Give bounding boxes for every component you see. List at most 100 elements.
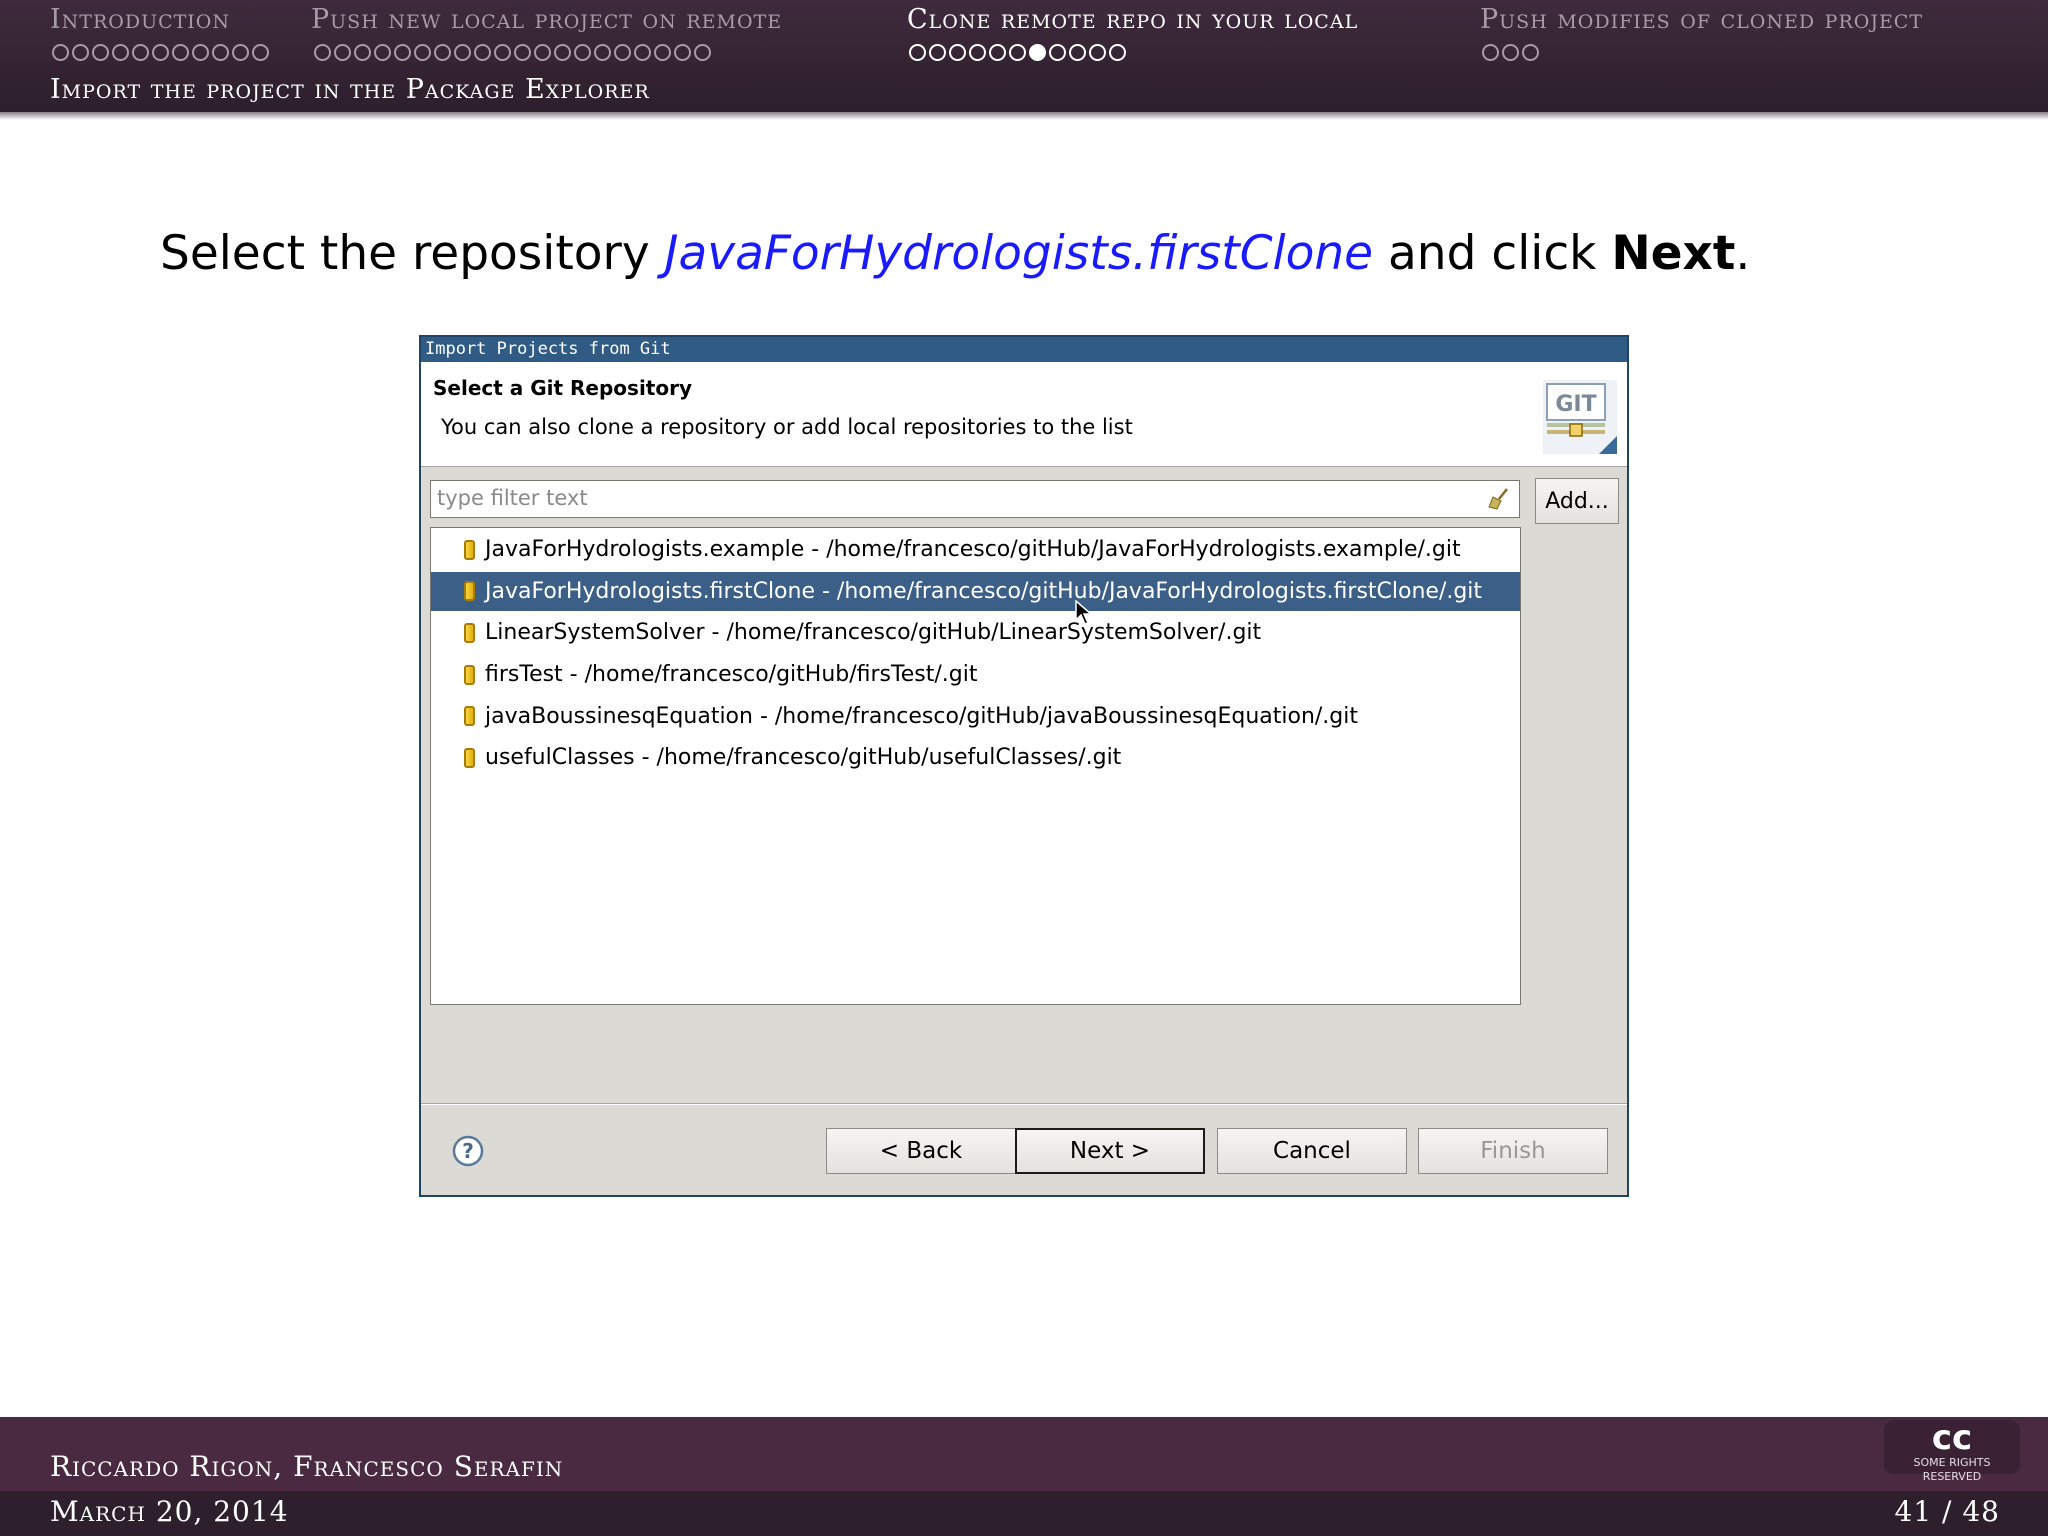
nav-dot[interactable]	[474, 44, 491, 61]
nav-dot[interactable]	[112, 44, 129, 61]
git-repository-icon	[464, 622, 475, 643]
nav-dot[interactable]	[554, 44, 571, 61]
nav-dots-push-modifies	[1482, 44, 1539, 61]
nav-dot[interactable]	[989, 44, 1006, 61]
nav-dot[interactable]	[654, 44, 671, 61]
filter-field[interactable]	[430, 480, 1520, 518]
nav-dot[interactable]	[374, 44, 391, 61]
repository-row[interactable]: firsTest - /home/francesco/gitHub/firsTe…	[431, 655, 1520, 695]
nav-dot[interactable]	[132, 44, 149, 61]
nav-dot[interactable]	[634, 44, 651, 61]
nav-dot[interactable]	[969, 44, 986, 61]
nav-dot[interactable]	[514, 44, 531, 61]
repository-label: javaBoussinesqEquation - /home/francesco…	[485, 703, 1358, 729]
help-icon[interactable]: ?	[451, 1134, 485, 1168]
nav-dot[interactable]	[152, 44, 169, 61]
dialog-message: You can also clone a repository or add l…	[441, 415, 1133, 439]
repository-label: firsTest - /home/francesco/gitHub/firsTe…	[485, 662, 978, 688]
repository-list[interactable]: JavaForHydrologists.example - /home/fran…	[430, 527, 1521, 1005]
nav-dot[interactable]	[1109, 44, 1126, 61]
nav-dot[interactable]	[1049, 44, 1066, 61]
nav-dot[interactable]	[414, 44, 431, 61]
dialog-titlebar[interactable]: Import Projects from Git	[421, 337, 1627, 362]
nav-section-introduction[interactable]: Introduction	[50, 4, 230, 35]
repository-row[interactable]: JavaForHydrologists.firstClone - /home/f…	[431, 571, 1520, 625]
nav-dot[interactable]	[232, 44, 249, 61]
add-repository-button[interactable]: Add...	[1535, 478, 1619, 524]
nav-dot[interactable]	[1522, 44, 1539, 61]
nav-dot[interactable]	[534, 44, 551, 61]
nav-dot[interactable]	[1089, 44, 1106, 61]
git-badge-text: GIT	[1555, 392, 1596, 417]
instruction-prefix: Select the repository	[160, 226, 665, 281]
nav-dot[interactable]	[92, 44, 109, 61]
repository-label: LinearSystemSolver - /home/francesco/git…	[485, 620, 1262, 646]
nav-dot[interactable]	[52, 44, 69, 61]
git-repository-icon	[464, 747, 475, 768]
nav-dot[interactable]	[354, 44, 371, 61]
nav-dot[interactable]	[1029, 44, 1046, 61]
instruction-next: Next	[1611, 226, 1736, 281]
repository-row[interactable]: usefulClasses - /home/francesco/gitHub/u…	[431, 738, 1520, 778]
git-repository-icon	[464, 581, 475, 602]
nav-dot[interactable]	[1502, 44, 1519, 61]
slide-header: Introduction Push new local project on r…	[0, 0, 2048, 112]
nav-dot[interactable]	[172, 44, 189, 61]
repository-row[interactable]: javaBoussinesqEquation - /home/francesco…	[431, 696, 1520, 736]
git-repository-icon	[464, 539, 475, 560]
nav-dot[interactable]	[1482, 44, 1499, 61]
git-badge-icon: GIT	[1543, 380, 1617, 454]
nav-dot[interactable]	[1009, 44, 1026, 61]
nav-dot[interactable]	[434, 44, 451, 61]
nav-dot[interactable]	[314, 44, 331, 61]
filter-input[interactable]	[431, 481, 1473, 515]
nav-section-push-modifies[interactable]: Push modifies of cloned project	[1480, 4, 1923, 35]
creative-commons-logo: cc SOME RIGHTS RESERVED	[1884, 1418, 2020, 1483]
nav-dot[interactable]	[674, 44, 691, 61]
dialog-heading: Select a Git Repository	[433, 376, 693, 400]
instruction-suffix: .	[1735, 226, 1751, 281]
nav-dot[interactable]	[574, 44, 591, 61]
nav-dot[interactable]	[909, 44, 926, 61]
nav-dot[interactable]	[614, 44, 631, 61]
nav-section-clone-remote[interactable]: Clone remote repo in your local	[907, 4, 1358, 35]
nav-dot[interactable]	[454, 44, 471, 61]
git-repository-icon	[464, 706, 475, 727]
header-shadow	[0, 112, 2048, 120]
nav-dot[interactable]	[72, 44, 89, 61]
nav-dot[interactable]	[212, 44, 229, 61]
cc-logo-mark: cc	[1931, 1418, 1973, 1458]
repository-label: usefulClasses - /home/francesco/gitHub/u…	[485, 745, 1122, 771]
nav-dot[interactable]	[334, 44, 351, 61]
slide-footer-bottom	[0, 1491, 2048, 1536]
nav-subsection: Import the project in the Package Explor…	[50, 74, 650, 105]
repository-label: JavaForHydrologists.firstClone - /home/f…	[485, 578, 1483, 604]
broom-icon[interactable]	[1487, 487, 1511, 511]
finish-button: Finish	[1418, 1128, 1608, 1174]
nav-dot[interactable]	[494, 44, 511, 61]
nav-dot[interactable]	[929, 44, 946, 61]
back-button[interactable]: < Back	[826, 1128, 1016, 1174]
git-repository-icon	[464, 664, 475, 685]
slide-instruction: Select the repository JavaForHydrologist…	[160, 226, 1750, 281]
svg-text:?: ?	[462, 1139, 474, 1163]
nav-dot[interactable]	[694, 44, 711, 61]
footer-page-number: 41 / 48	[1894, 1495, 2000, 1528]
cancel-button[interactable]: Cancel	[1217, 1128, 1407, 1174]
nav-dot[interactable]	[1069, 44, 1086, 61]
nav-dots-introduction	[52, 44, 269, 61]
import-projects-dialog: Import Projects from Git Select a Git Re…	[419, 335, 1629, 1197]
nav-dot[interactable]	[252, 44, 269, 61]
footer-date: March 20, 2014	[50, 1495, 289, 1528]
repository-row[interactable]: LinearSystemSolver - /home/francesco/git…	[431, 613, 1520, 653]
repository-label: JavaForHydrologists.example - /home/fran…	[485, 537, 1461, 563]
nav-dot[interactable]	[949, 44, 966, 61]
nav-dot[interactable]	[192, 44, 209, 61]
cc-logo-caption: SOME RIGHTS RESERVED	[1913, 1456, 1991, 1483]
nav-section-push-new[interactable]: Push new local project on remote	[311, 4, 782, 35]
repository-row[interactable]: JavaForHydrologists.example - /home/fran…	[431, 530, 1520, 570]
nav-dot[interactable]	[594, 44, 611, 61]
next-button[interactable]: Next >	[1015, 1128, 1205, 1174]
nav-dot[interactable]	[394, 44, 411, 61]
nav-dots-clone-remote	[909, 44, 1126, 61]
